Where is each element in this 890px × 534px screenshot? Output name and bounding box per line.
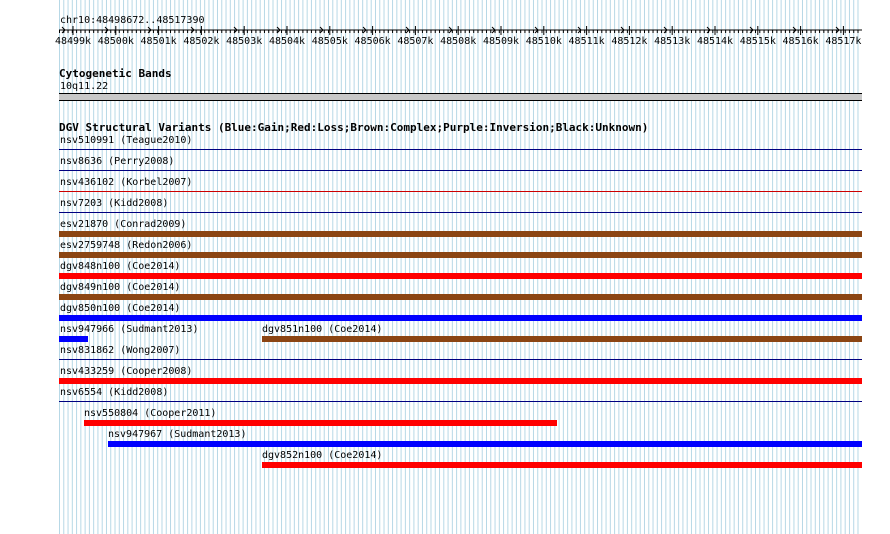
tick-label: 48501k [141, 36, 177, 47]
feature-label[interactable]: nsv6554 (Kidd2008) [60, 387, 168, 398]
feature-label[interactable]: nsv510991 (Teague2010) [60, 135, 192, 146]
feature-bar[interactable] [262, 336, 862, 342]
tick-label: 48515k [740, 36, 776, 47]
feature-line[interactable] [59, 359, 862, 360]
feature-line[interactable] [59, 401, 862, 402]
feature-bar[interactable] [108, 441, 862, 447]
feature-label[interactable]: nsv433259 (Cooper2008) [60, 366, 192, 377]
tick-label: 48514k [697, 36, 733, 47]
feature-label[interactable]: dgv850n100 (Coe2014) [60, 303, 180, 314]
cytoband-label: 10q11.22 [60, 81, 109, 92]
feature-line[interactable] [59, 170, 862, 171]
tick-label: 48505k [312, 36, 348, 47]
feature-label[interactable]: esv21870 (Conrad2009) [60, 219, 186, 230]
feature-line[interactable] [59, 149, 862, 150]
tick-label: 48502k [183, 36, 219, 47]
cytoband-track-title: Cytogenetic Bands [59, 67, 172, 80]
tick-label: 48504k [269, 36, 305, 47]
feature-bar[interactable] [59, 252, 862, 258]
tick-label: 48509k [483, 36, 519, 47]
feature-label[interactable]: nsv8636 (Perry2008) [60, 156, 174, 167]
feature-label[interactable]: dgv852n100 (Coe2014) [262, 450, 382, 461]
tick-label: 48511k [569, 36, 605, 47]
cytoband-ideogram[interactable] [59, 93, 862, 101]
tick-label: 48499k [55, 36, 91, 47]
tick-label: 48506k [355, 36, 391, 47]
coordinate-ruler: 48499k 48500k 48501k 48502k 48503k 48504k 4850… [55, 26, 862, 47]
feature-bar[interactable] [59, 378, 862, 384]
feature-label[interactable]: nsv947967 (Sudmant2013) [108, 429, 246, 440]
tick-label: 48516k [783, 36, 819, 47]
tick-label: 48503k [226, 36, 262, 47]
tick-label: 48513k [654, 36, 690, 47]
feature-label[interactable]: nsv947966 (Sudmant2013) [60, 324, 198, 335]
tick-label: 48517k [825, 36, 861, 47]
feature-bar[interactable] [59, 315, 862, 321]
feature-bar[interactable] [262, 462, 862, 468]
feature-label[interactable]: dgv849n100 (Coe2014) [60, 282, 180, 293]
feature-line[interactable] [59, 191, 862, 192]
feature-label[interactable]: esv2759748 (Redon2006) [60, 240, 192, 251]
feature-bar[interactable] [59, 231, 862, 237]
feature-bar[interactable] [84, 420, 557, 426]
tick-label: 48500k [98, 36, 134, 47]
tick-label: 48512k [611, 36, 647, 47]
feature-label[interactable]: nsv7203 (Kidd2008) [60, 198, 168, 209]
feature-label[interactable]: nsv831862 (Wong2007) [60, 345, 180, 356]
feature-bar[interactable] [59, 273, 862, 279]
feature-label[interactable]: nsv550804 (Cooper2011) [84, 408, 216, 419]
feature-bar[interactable] [59, 294, 862, 300]
tick-label: 48508k [440, 36, 476, 47]
tick-label: 48510k [526, 36, 562, 47]
location-label: chr10:48498672..48517390 [60, 15, 205, 26]
feature-bar[interactable] [59, 336, 88, 342]
dgv-track-title: DGV Structural Variants (Blue:Gain;Red:L… [59, 121, 649, 134]
feature-label[interactable]: dgv851n100 (Coe2014) [262, 324, 382, 335]
feature-line[interactable] [59, 212, 862, 213]
feature-label[interactable]: dgv848n100 (Coe2014) [60, 261, 180, 272]
tick-label: 48507k [397, 36, 433, 47]
feature-label[interactable]: nsv436102 (Korbel2007) [60, 177, 192, 188]
